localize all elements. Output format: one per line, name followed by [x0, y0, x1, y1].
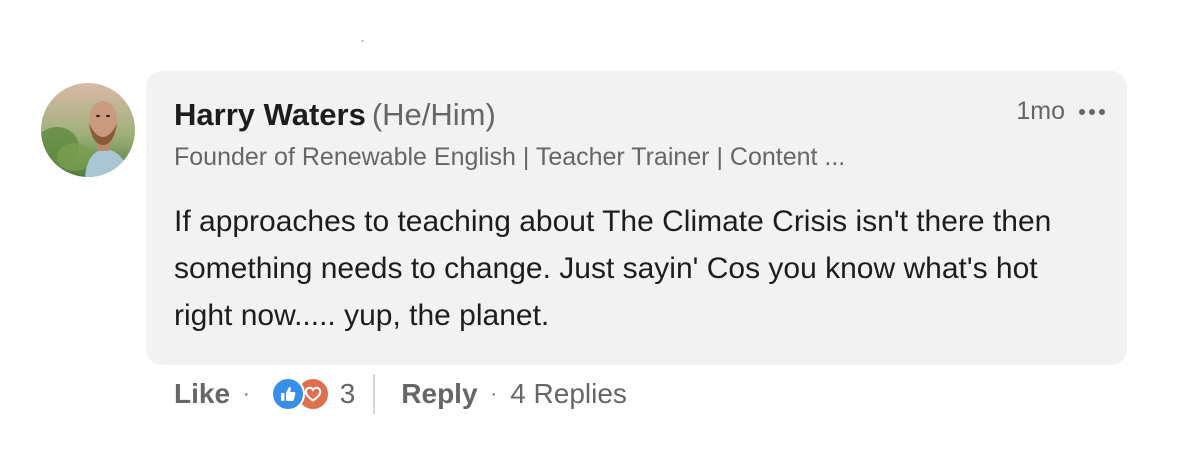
separator-dot: · [243, 382, 250, 405]
reaction-count: 3 [339, 378, 356, 409]
author-headline: Founder of Renewable English | Teacher T… [174, 143, 846, 171]
separator-dot: · [490, 382, 498, 405]
like-icon [270, 377, 305, 411]
comment-text: If approaches to teaching about The Clim… [174, 205, 1052, 332]
author-name-line[interactable]: Harry Waters (He/Him) [174, 97, 496, 133]
like-button[interactable]: Like [174, 378, 230, 410]
comment-bubble: Harry Waters (He/Him) Founder of Renewabl… [146, 71, 1127, 365]
comment-meta: 1mo [1016, 97, 1105, 126]
comment-actions: Like · 3 Reply · 4 Replies [174, 373, 627, 415]
avatar[interactable] [41, 83, 135, 177]
profile-photo-icon [41, 83, 135, 177]
actions-divider [373, 374, 376, 414]
author-name[interactable]: Harry Waters [174, 97, 366, 132]
replies-link[interactable]: 4 Replies [510, 378, 627, 410]
comment-item: Harry Waters (He/Him) Founder of Renewabl… [0, 0, 1200, 475]
reactions-summary[interactable]: 3 [270, 377, 356, 411]
divider-mark [361, 40, 364, 42]
author-pronouns: (He/Him) [371, 97, 496, 132]
reply-button[interactable]: Reply [401, 378, 477, 410]
timestamp: 1mo [1016, 97, 1065, 125]
ellipsis-icon[interactable] [1079, 105, 1105, 119]
